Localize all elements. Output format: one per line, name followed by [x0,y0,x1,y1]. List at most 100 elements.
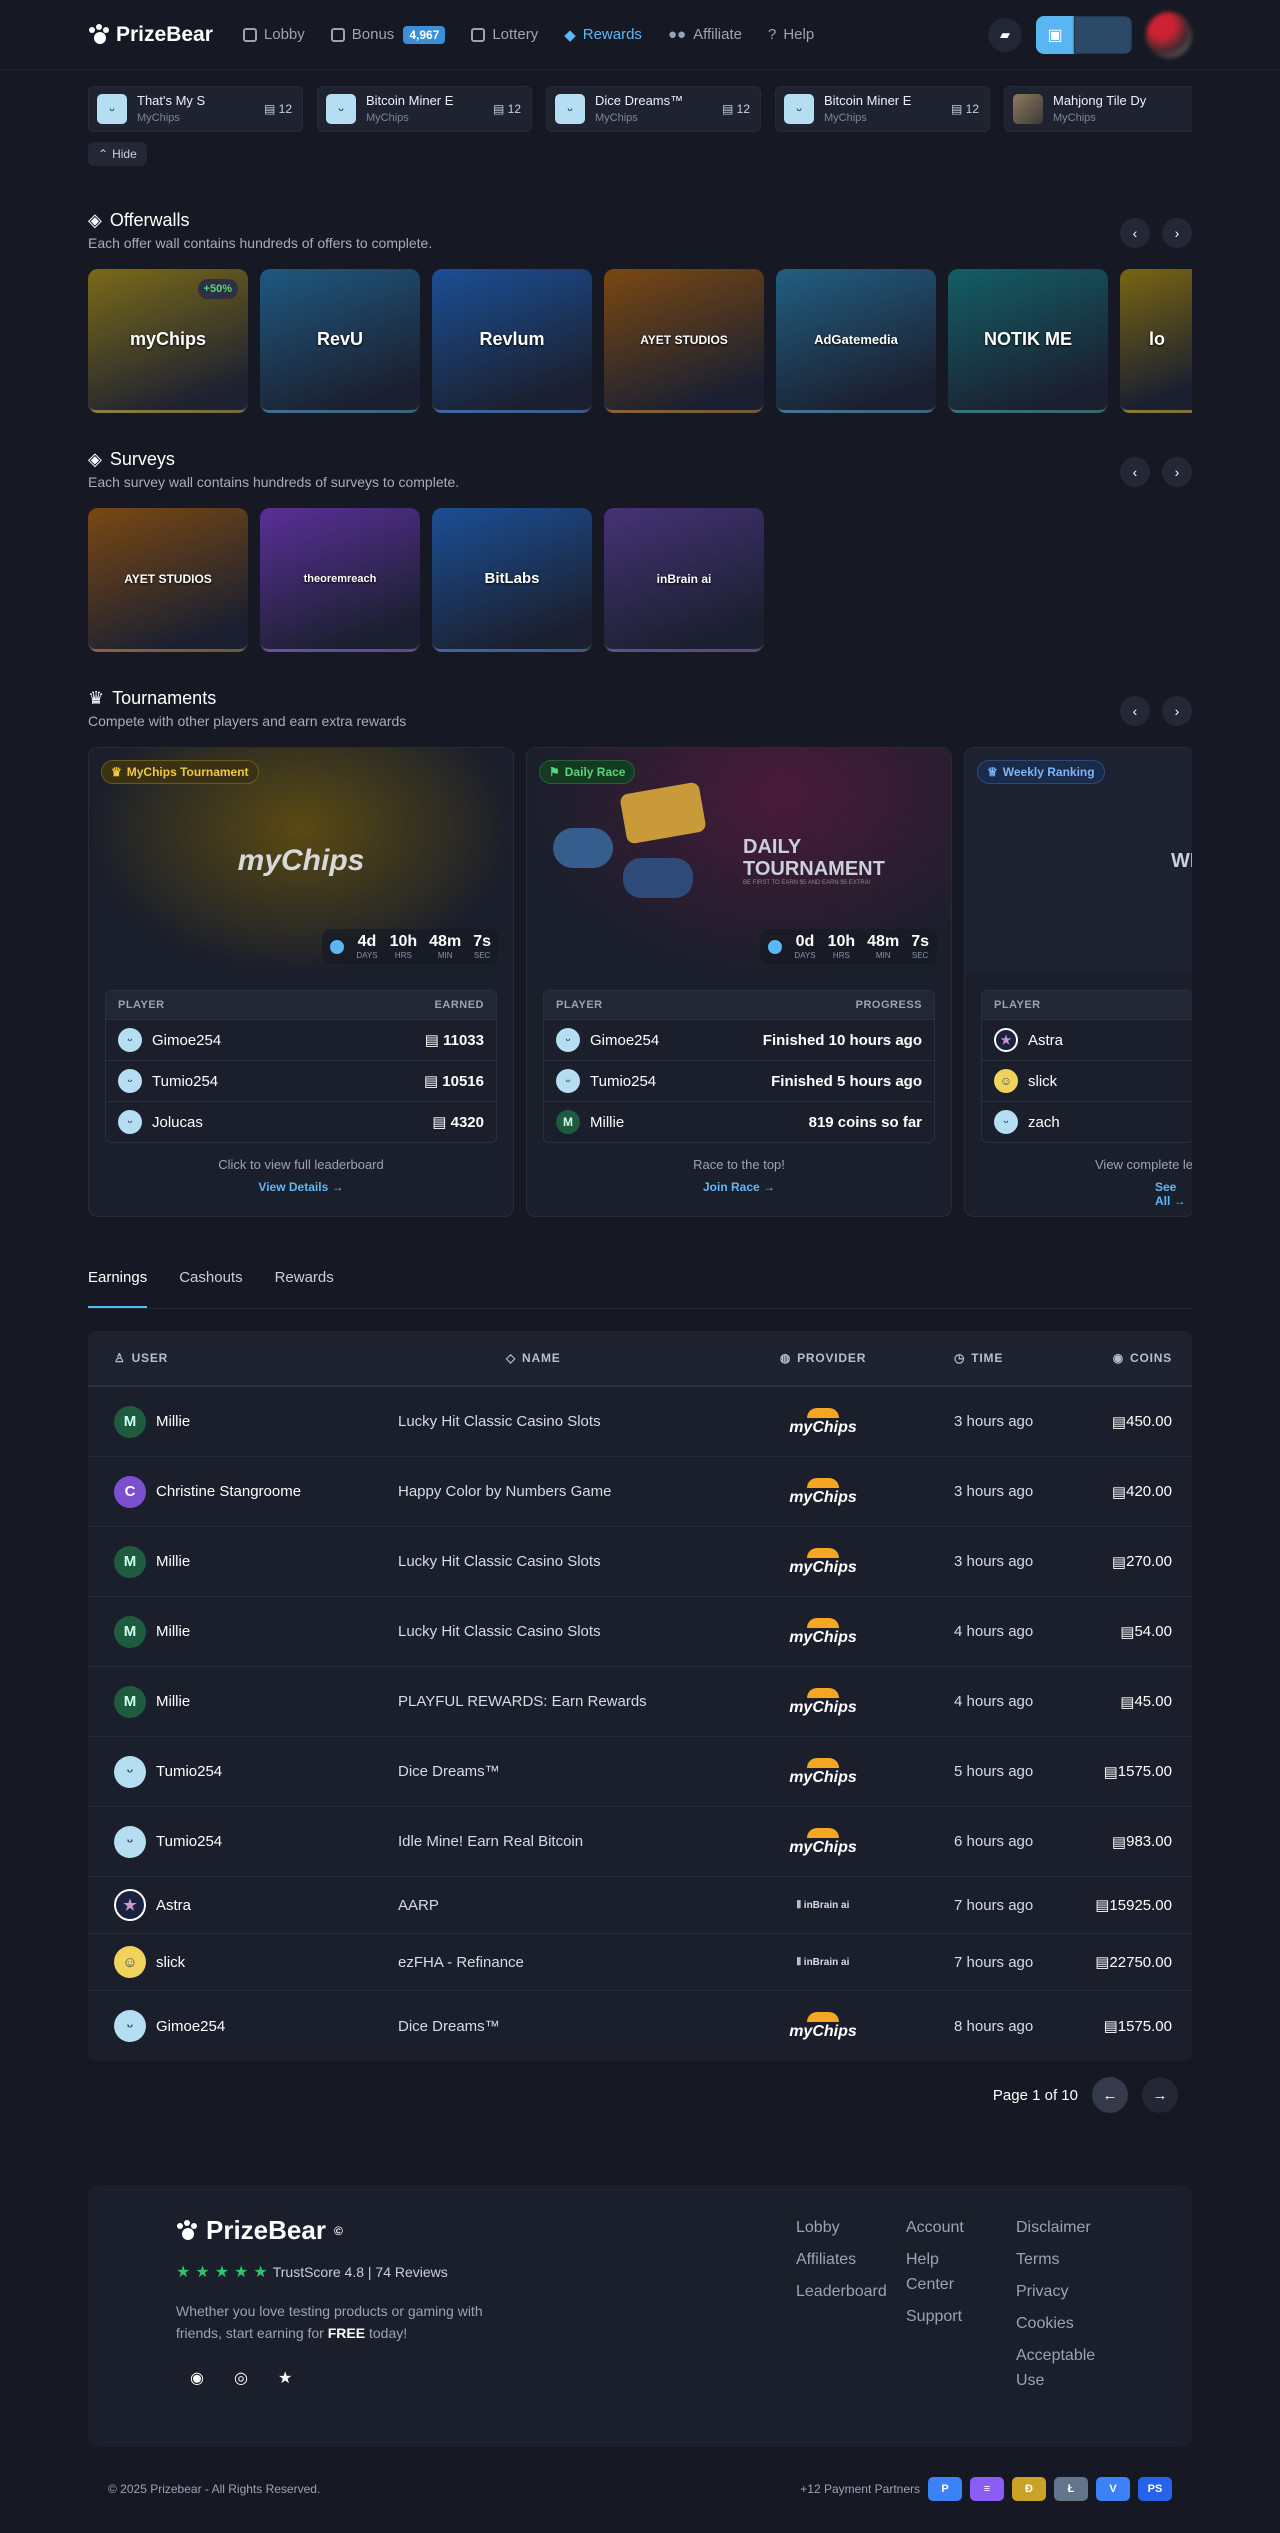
table-row[interactable]: ᵕ Tumio254 Idle Mine! Earn Real Bitcoin myC… [88,1807,1192,1877]
row-time: 4 hours ago [954,1693,1034,1710]
footer-link-lobby[interactable]: Lobby [796,2215,887,2240]
footer-link-account[interactable]: Account [906,2215,986,2240]
surveys-next-button[interactable]: › [1162,457,1192,487]
offerwall-card-adgate[interactable]: AdGatemedia [776,269,936,413]
wallet-balance [1074,15,1132,54]
hide-button[interactable]: ⌃ Hide [88,142,147,166]
table-row[interactable]: ★ Astra AARP ⦀ inBrain ai 7 hours ago ▤ 15925… [88,1877,1192,1934]
game-chip[interactable]: Mahjong Tile Dy MyChips [1004,86,1192,132]
offerwall-card-partial[interactable]: lo [1120,269,1192,413]
surveys-prev-button[interactable]: ‹ [1120,457,1150,487]
tab-rewards[interactable]: Rewards [275,1261,334,1308]
survey-card-bitlabs[interactable]: BitLabs [432,508,592,652]
footer-link-terms[interactable]: Terms [1016,2247,1126,2272]
tournaments-next-button[interactable]: › [1162,696,1192,726]
offerwall-card-revlum[interactable]: Revlum [432,269,592,413]
avatar: M [556,1110,580,1134]
nav-lottery[interactable]: Lottery [471,26,538,43]
table-row[interactable]: ☺ slick ezFHA - Refinance ⦀ inBrain ai 7 hou… [88,1934,1192,1991]
next-page-button[interactable]: → [1142,2077,1178,2113]
avatar: ᵕ [114,1825,146,1858]
offerwall-card-mychips[interactable]: myChips +50% [88,269,248,413]
table-row[interactable]: C Christine Stangroome Happy Color by Numb… [88,1457,1192,1527]
nav-affiliate[interactable]: ●● Affiliate [668,26,742,43]
tournament-card-weekly[interactable]: ♕ Weekly Ranking WEEKLY LEADERBOARD PLAYE… [964,747,1192,1217]
tournaments-prev-button[interactable]: ‹ [1120,696,1150,726]
tournament-card-daily-race[interactable]: ⚑ Daily Race DAILY TOURNAMENT BE FIRST TO… [526,747,952,1217]
table-row[interactable]: M Millie PLAYFUL REWARDS: Earn Rewards myCh… [88,1667,1192,1737]
timer-unit: m [884,933,900,950]
timer-label: HRS [832,951,850,960]
instagram-icon[interactable]: ◎ [234,2368,248,2388]
leaderboard-user: Jolucas [152,1113,203,1131]
discord-icon[interactable]: ◉ [190,2368,204,2388]
playstation-icon: PS [1138,2477,1172,2501]
coin-icon: ▤ [1120,1693,1135,1711]
tournament-hero-subtitle: BE FIRST TO EARN $5 AND EARN $5 EXTRA! [743,880,871,886]
offerwall-card-revu[interactable]: RevU [260,269,420,413]
provider-name: myChips [789,1698,857,1716]
star-icon[interactable]: ★ [278,2368,292,2388]
footer-link-affiliates[interactable]: Affiliates [796,2247,887,2272]
row-time: 5 hours ago [954,1763,1034,1780]
nav-lobby[interactable]: Lobby [242,26,305,43]
footer-link-leaderboard[interactable]: Leaderboard [796,2279,887,2304]
footer-link-help-center[interactable]: Help Center [906,2247,986,2297]
timer-unit: h [407,933,418,950]
offerwall-card-ayet[interactable]: AYET STUDIOS [604,269,764,413]
table-row[interactable]: M Millie Lucky Hit Classic Casino Slots myC… [88,1597,1192,1667]
timer-label: SEC [911,951,929,960]
provider-name: myChips [789,1418,857,1436]
game-chip[interactable]: ᵕ Bitcoin Miner E MyChips ▤ 12 [317,86,532,132]
star-icon: ★ [176,2264,191,2281]
see-all-link[interactable]: See All → [965,1180,1192,1208]
offerwall-label: Revlum [479,329,545,349]
nav-bonus[interactable]: Bonus 4,967 [330,25,446,44]
timer-days: 0 [795,933,805,950]
chat-button[interactable]: ▰ [988,17,1022,52]
prev-page-button[interactable]: ← [1092,2077,1128,2113]
footer-link-support[interactable]: Support [906,2304,986,2329]
timer-seconds: 7 [473,933,483,950]
nav-help[interactable]: ? Help [768,26,814,43]
survey-card-theoremreach[interactable]: theoremreach [260,508,420,652]
footer-link-disclaimer[interactable]: Disclaimer [1016,2215,1126,2240]
survey-card-inbrain[interactable]: inBrain ai [604,508,764,652]
join-race-link[interactable]: Join Race → [527,1180,951,1194]
nav-lobby-label: Lobby [263,26,305,43]
bonus-percent-badge: +50% [197,279,238,299]
survey-card-ayet[interactable]: AYET STUDIOS [88,508,248,652]
row-time: 4 hours ago [954,1623,1034,1640]
footer-link-acceptable-use[interactable]: Acceptable Use [1016,2343,1126,2393]
table-row[interactable]: M Millie Lucky Hit Classic Casino Slots myC… [88,1387,1192,1457]
tournament-card-mychips[interactable]: ♛ MyChips Tournament myChips 4d DAYS 10h HR… [88,747,514,1217]
provider-logo: myChips [789,1687,857,1716]
offerwalls-prev-button[interactable]: ‹ [1120,218,1150,248]
avatar: ★ [994,1028,1018,1052]
brand-logo[interactable]: PrizeBear [88,23,213,47]
tab-cashouts[interactable]: Cashouts [179,1261,242,1308]
offerwalls-next-button[interactable]: › [1162,218,1192,248]
wallet-icon: ▣ [1036,15,1074,54]
user-avatar[interactable] [1146,11,1192,58]
footer-link-cookies[interactable]: Cookies [1016,2311,1126,2336]
tab-earnings[interactable]: Earnings [88,1261,148,1308]
game-chip[interactable]: ᵕ That's My S MyChips ▤ 12 [88,86,303,132]
view-details-link[interactable]: View Details → [89,1180,513,1194]
leaderboard-user: Millie [590,1113,625,1131]
footer-link-privacy[interactable]: Privacy [1016,2279,1126,2304]
game-chip[interactable]: ᵕ Bitcoin Miner E MyChips ▤ 12 [775,86,990,132]
arrow-right-icon: → [1152,2086,1168,2104]
wallet-button[interactable]: ▣ [1036,15,1132,54]
arrow-left-icon: ← [1102,2086,1118,2104]
coin-icon: ▤ [1095,1897,1110,1914]
row-user: Millie [156,1413,191,1430]
table-row[interactable]: ᵕ Tumio254 Dice Dreams™ myChips 5 hours ago ▤… [88,1737,1192,1807]
table-row[interactable]: ᵕ Gimoe254 Dice Dreams™ myChips 8 hours ago ▤… [88,1991,1192,2061]
game-chip[interactable]: ᵕ Dice Dreams™ MyChips ▤ 12 [546,86,761,132]
offerwall-card-notik[interactable]: NOTIK ME [948,269,1108,413]
table-row[interactable]: M Millie Lucky Hit Classic Casino Slots myC… [88,1527,1192,1597]
nav-rewards[interactable]: ◆ Rewards [564,26,642,44]
leaderboard-col-earned: EARNED [434,999,484,1011]
provider-logo: myChips [789,2012,857,2040]
